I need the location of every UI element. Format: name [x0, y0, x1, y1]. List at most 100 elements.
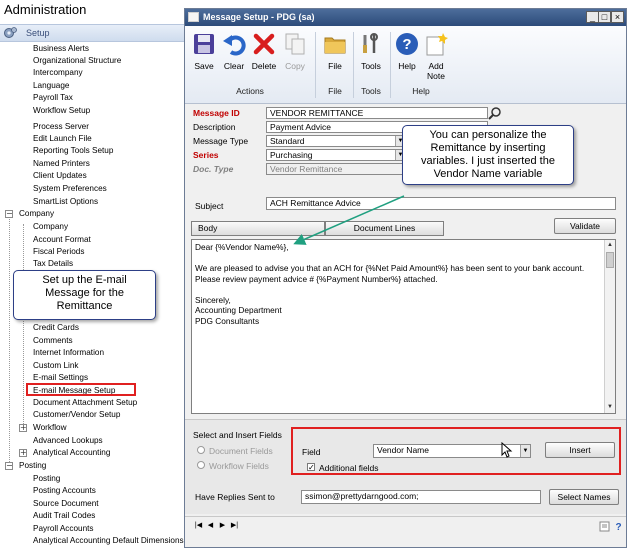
nav-item-fiscal-periods[interactable]: Fiscal Periods	[33, 247, 84, 257]
expand-toggle-workflow[interactable]: +	[19, 424, 27, 432]
maximize-button[interactable]: □	[598, 11, 611, 23]
insert-fields-panel: Select and Insert Fields Document Fields…	[185, 419, 626, 514]
close-button[interactable]: ×	[611, 11, 624, 23]
nav-item-aa-default-dimensions[interactable]: Analytical Accounting Default Dimensions	[33, 536, 184, 546]
tab-document-lines[interactable]: Document Lines	[325, 221, 444, 236]
add-note-button[interactable]: Add Note	[421, 32, 451, 81]
scroll-down-icon[interactable]: ▼	[605, 402, 615, 412]
nav-item-named-printers[interactable]: Named Printers	[33, 159, 90, 169]
ribbon-separator	[315, 32, 316, 98]
note-icon	[426, 33, 448, 56]
window-note-icon[interactable]	[599, 520, 611, 532]
vertical-scrollbar[interactable]: ▲ ▼	[604, 240, 615, 413]
nav-item-comments[interactable]: Comments	[33, 336, 73, 346]
previous-record-icon[interactable]: ◀	[205, 521, 216, 531]
nav-item-smartlist-options[interactable]: SmartList Options	[33, 197, 98, 207]
clear-button[interactable]: Clear	[219, 32, 249, 71]
nav-item-client-updates[interactable]: Client Updates	[33, 171, 87, 181]
nav-item-source-document[interactable]: Source Document	[33, 499, 99, 509]
delete-label: Delete	[251, 61, 277, 71]
subject-field[interactable]: ACH Remittance Advice	[266, 197, 616, 210]
nav-item-payroll-tax[interactable]: Payroll Tax	[33, 93, 73, 103]
nav-item-process-server[interactable]: Process Server	[33, 122, 89, 132]
nav-item-advanced-lookups[interactable]: Advanced Lookups	[33, 436, 103, 446]
message-id-field[interactable]: VENDOR REMITTANCE	[266, 107, 488, 119]
record-navigation-bar: |◀ ◀ ▶ ▶| ?	[185, 516, 626, 534]
nav-item-organizational-structure[interactable]: Organizational Structure	[33, 56, 121, 66]
delete-button[interactable]: Delete	[249, 32, 279, 71]
nav-item-posting[interactable]: Posting	[33, 474, 60, 484]
insert-section-label: Select and Insert Fields	[193, 430, 282, 440]
expand-toggle-analytical[interactable]: +	[19, 449, 27, 457]
help-question-icon[interactable]: ?	[613, 520, 624, 532]
nav-item-payroll-accounts[interactable]: Payroll Accounts	[33, 524, 94, 534]
nav-item-credit-cards[interactable]: Credit Cards	[33, 323, 79, 333]
radio-workflow-fields[interactable]	[197, 461, 205, 469]
window-titlebar[interactable]: Message Setup - PDG (sa) _ □ ×	[185, 9, 626, 26]
nav-item-business-alerts[interactable]: Business Alerts	[33, 44, 89, 54]
nav-item-workflow[interactable]: Workflow	[33, 423, 67, 433]
scroll-thumb[interactable]	[606, 252, 614, 268]
nav-item-custom-link[interactable]: Custom Link	[33, 361, 79, 371]
nav-item-customer-vendor-setup[interactable]: Customer/Vendor Setup	[33, 410, 120, 420]
next-record-icon[interactable]: ▶	[217, 521, 228, 531]
file-button[interactable]: File	[320, 32, 350, 71]
help-button[interactable]: ? Help	[392, 32, 422, 71]
reply-email-field[interactable]: ssimon@prettydarngood.com;	[301, 490, 541, 504]
first-record-icon[interactable]: |◀	[193, 521, 204, 531]
collapse-toggle-posting[interactable]: −	[5, 462, 13, 470]
save-button[interactable]: Save	[189, 32, 219, 71]
nav-item-posting-accounts[interactable]: Posting Accounts	[33, 486, 96, 496]
message-setup-window: Message Setup - PDG (sa) _ □ × Save Clea…	[184, 8, 627, 548]
callout-right: You can personalize the Remittance by in…	[402, 125, 574, 185]
nav-item-analytical-accounting[interactable]: Analytical Accounting	[33, 448, 110, 458]
nav-item-internet-information[interactable]: Internet Information	[33, 348, 104, 358]
body-line: Dear {%Vendor Name%},	[195, 242, 289, 252]
highlight-box	[26, 383, 136, 396]
nav-item-language[interactable]: Language	[33, 81, 69, 91]
last-record-icon[interactable]: ▶|	[229, 521, 240, 531]
nav-item-tax-details[interactable]: Tax Details	[33, 259, 73, 269]
nav-group-posting[interactable]: Posting	[19, 461, 46, 471]
lookup-icon[interactable]	[488, 106, 502, 120]
radio-document-fields[interactable]	[197, 446, 205, 454]
tab-body[interactable]: Body	[191, 221, 325, 236]
nav-item-edit-launch-file[interactable]: Edit Launch File	[33, 134, 92, 144]
insert-button[interactable]: Insert	[545, 442, 615, 458]
select-names-button[interactable]: Select Names	[549, 489, 619, 505]
nav-item-company[interactable]: Company	[33, 222, 68, 232]
nav-group-company[interactable]: Company	[19, 209, 54, 219]
scroll-up-icon[interactable]: ▲	[605, 240, 615, 250]
tools-button[interactable]: Tools	[356, 32, 386, 71]
series-label: Series	[193, 150, 219, 160]
nav-item-document-attachment-setup[interactable]: Document Attachment Setup	[33, 398, 137, 408]
series-select[interactable]: Purchasing ▼	[266, 149, 406, 161]
description-label: Description	[193, 122, 236, 132]
body-line: Accounting Department	[195, 305, 282, 315]
file-group-label: File	[328, 86, 342, 96]
window-icon	[188, 12, 199, 22]
setup-label: Setup	[26, 28, 50, 38]
tree-line	[23, 224, 24, 424]
message-id-label: Message ID	[193, 108, 240, 118]
tools-icon	[363, 33, 378, 53]
message-type-select[interactable]: Standard ▼	[266, 135, 406, 147]
nav-item-reporting-tools-setup[interactable]: Reporting Tools Setup	[33, 146, 113, 156]
gear-icon	[4, 27, 17, 38]
series-value: Purchasing	[270, 150, 313, 160]
nav-item-intercompany[interactable]: Intercompany	[33, 68, 83, 78]
collapse-toggle-company[interactable]: −	[5, 210, 13, 218]
copy-button[interactable]: Copy	[280, 32, 310, 71]
validate-button[interactable]: Validate	[554, 218, 616, 234]
clear-label: Clear	[223, 61, 245, 71]
nav-item-workflow-setup[interactable]: Workflow Setup	[33, 106, 90, 116]
nav-item-audit-trail-codes[interactable]: Audit Trail Codes	[33, 511, 95, 521]
workflow-fields-label: Workflow Fields	[209, 461, 269, 471]
additional-fields-checkbox[interactable]: ✓	[307, 463, 315, 472]
setup-header[interactable]: Setup	[0, 24, 190, 42]
nav-item-email-settings[interactable]: E-mail Settings	[33, 373, 88, 383]
document-fields-label: Document Fields	[209, 446, 273, 456]
nav-item-account-format[interactable]: Account Format	[33, 235, 91, 245]
message-body-editor[interactable]: Dear {%Vendor Name%}, We are pleased to …	[191, 239, 616, 414]
nav-item-system-preferences[interactable]: System Preferences	[33, 184, 107, 194]
